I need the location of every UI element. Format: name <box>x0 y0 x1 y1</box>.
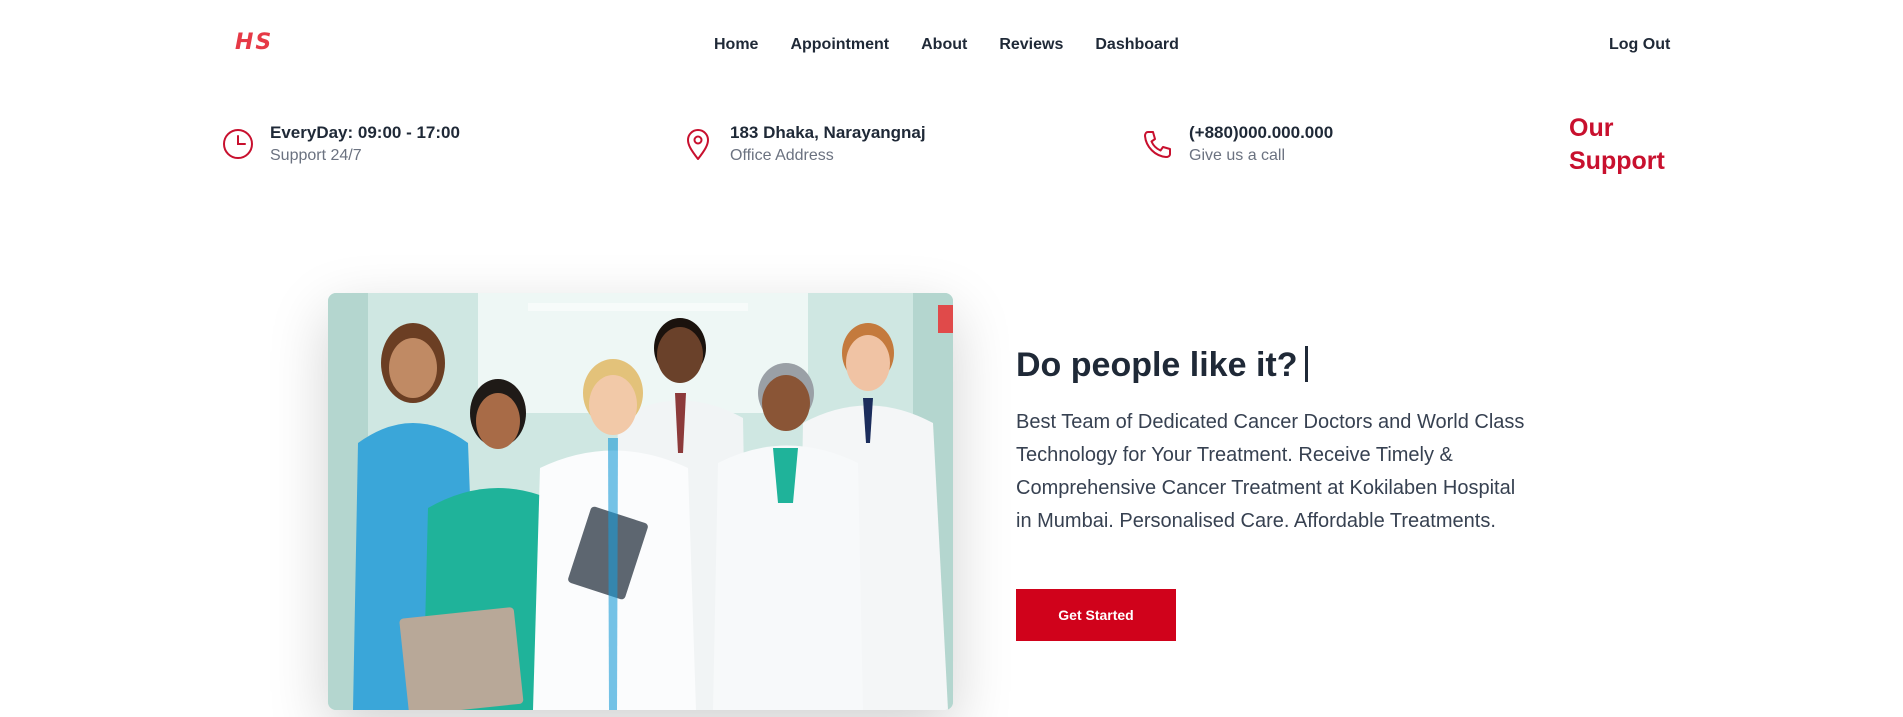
nav-link-about[interactable]: About <box>921 36 967 54</box>
info-phone-title: (+880)000.000.000 <box>1189 123 1334 142</box>
nav-link-reviews[interactable]: Reviews <box>999 36 1063 54</box>
hero-heading: Do people like it? <box>1016 346 1309 385</box>
navbar: HS Home Appointment About Reviews Dashbo… <box>0 0 1903 90</box>
info-address-title: 183 Dhaka, Narayangnaj <box>730 123 926 142</box>
map-pin-icon <box>687 129 709 160</box>
info-hours: EveryDay: 09:00 - 17:00 Support 24/7 <box>220 122 460 168</box>
doctors-team-image <box>328 293 953 710</box>
clock-icon <box>223 129 253 159</box>
nav-link-dashboard[interactable]: Dashboard <box>1095 36 1179 54</box>
nav-link-home[interactable]: Home <box>714 36 758 54</box>
main-nav: Home Appointment About Reviews Dashboard <box>714 36 1179 54</box>
hero-heading-text: Do people like it? <box>1016 346 1298 384</box>
hero-description: Best Team of Dedicated Cancer Doctors an… <box>1016 411 1525 532</box>
info-hours-subtitle: Support 24/7 <box>270 147 362 164</box>
info-hours-title: EveryDay: 09:00 - 17:00 <box>270 123 460 142</box>
get-started-button[interactable]: Get Started <box>1016 589 1176 641</box>
page: HS Home Appointment About Reviews Dashbo… <box>0 0 1903 717</box>
info-phone-subtitle: Give us a call <box>1189 147 1286 164</box>
brand-logo[interactable]: HS <box>235 30 273 55</box>
phone-icon <box>1144 131 1171 158</box>
logout-link[interactable]: Log Out <box>1609 36 1670 54</box>
support-heading[interactable]: Our Support <box>1569 112 1689 178</box>
info-address-subtitle: Office Address <box>730 147 834 164</box>
info-address: 183 Dhaka, Narayangnaj Office Address <box>680 122 926 168</box>
doctors-team-illustration <box>328 293 953 710</box>
info-phone: (+880)000.000.000 Give us a call <box>1139 122 1333 168</box>
nav-link-appointment[interactable]: Appointment <box>790 36 889 54</box>
typing-cursor <box>1305 346 1309 382</box>
